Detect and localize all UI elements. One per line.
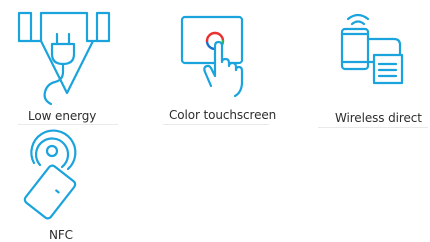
nfc-icon — [23, 129, 77, 220]
divider — [318, 127, 428, 128]
feature-label: Low energy — [28, 109, 97, 123]
feature-label: Color touchscreen — [169, 108, 277, 122]
feature-label: Wireless direct — [335, 111, 422, 125]
feature-label: NFC — [49, 228, 73, 242]
feature-tile-low-energy: Low energy — [0, 0, 140, 130]
feature-tile-color-touchscreen: Color touchscreen — [145, 0, 285, 130]
feature-tile-wireless-direct: Wireless direct — [290, 0, 430, 130]
divider — [163, 124, 269, 125]
feature-tile-nfc: NFC — [0, 125, 140, 242]
